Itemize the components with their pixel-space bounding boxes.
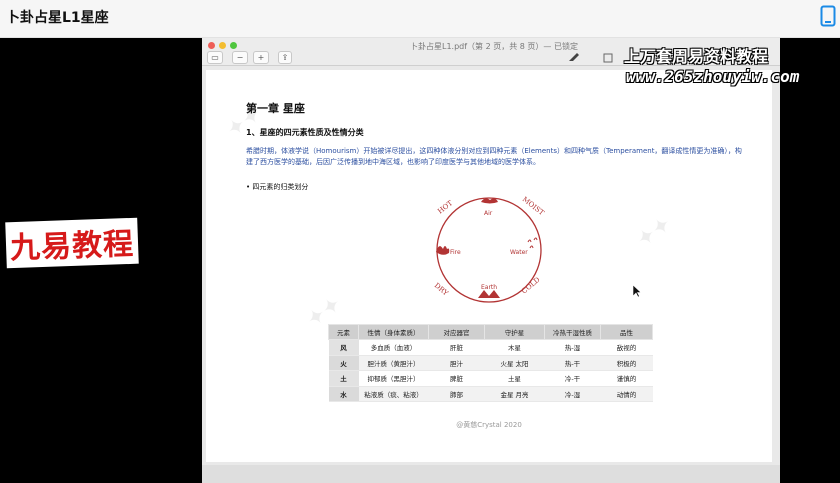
table-cell: 热-湿 — [544, 339, 601, 356]
mouse-cursor-icon — [633, 285, 642, 298]
droplet-icon — [527, 237, 538, 249]
table-cell: 土 — [328, 370, 359, 387]
table-header: 守护星 — [484, 324, 545, 340]
table-cell: 脾脏 — [428, 370, 485, 387]
website-overlay-text: www.265zhouyiw.com — [626, 67, 800, 86]
pdf-viewer-window: ▭ − + ⇪ 卜卦占星L1.pdf（第 2 页，共 8 页）— 已锁定 ✦✦ … — [202, 38, 780, 483]
table-header: 对应器官 — [428, 324, 485, 340]
table-header: 元素 — [328, 324, 359, 340]
table-cell: 土星 — [484, 370, 545, 387]
table-row: 风 多血质（血液） 肝脏 木星 热-湿 敌视的 — [328, 339, 653, 356]
table-cell: 火星 太阳 — [484, 355, 545, 371]
table-header-row: 元素 性情（身体素质） 对应器官 守护星 冷热干湿性质 品性 — [328, 324, 653, 340]
table-cell: 肝脏 — [428, 339, 485, 356]
fire-label: Fire — [450, 249, 461, 256]
cloud-icon — [481, 198, 498, 204]
cold-label: COLD — [520, 275, 542, 295]
watermark-graphic: ✦✦ — [632, 211, 677, 254]
table-cell: 风 — [328, 339, 359, 356]
table-cell: 金星 月亮 — [484, 386, 545, 402]
water-label: Water — [510, 249, 528, 256]
table-cell: 粘液质（痰、粘液） — [358, 386, 429, 402]
table-header: 品性 — [600, 324, 653, 340]
air-label: Air — [484, 210, 493, 217]
course-header: 卜卦占星L1星座 — [0, 0, 840, 38]
close-window-button[interactable] — [208, 42, 215, 49]
table-cell: 冷-湿 — [544, 386, 601, 402]
copyright-footer: @黄慈Crystal 2020 — [456, 421, 522, 429]
section-heading: 1、星座的四元素性质及性情分类 — [246, 128, 364, 137]
zoom-out-button[interactable]: − — [232, 51, 248, 64]
table-cell: 胆汁 — [428, 355, 485, 371]
table-row: 土 抑郁质（黑胆汁） 脾脏 土星 冷-干 谨慎的 — [328, 370, 653, 387]
table-row: 水 粘液质（痰、粘液） 肺部 金星 月亮 冷-湿 动情的 — [328, 386, 653, 402]
elements-wheel-diagram: HOT MOIST DRY COLD Air Fire Water Earth — [433, 195, 546, 303]
share-button[interactable]: ⇪ — [278, 51, 292, 64]
table-cell: 多血质（血液） — [358, 339, 429, 356]
pdf-page: ✦✦ ✦✦ ✦✦ 第一章 星座 1、星座的四元素性质及性情分类 希腊时期，体液学… — [206, 70, 772, 462]
mountain-icon — [478, 290, 500, 298]
moist-label: MOIST — [521, 195, 546, 217]
elements-table: 元素 性情（身体素质） 对应器官 守护星 冷热干湿性质 品性 风 多血质（血液）… — [328, 324, 653, 402]
pen-markup-icon[interactable] — [568, 52, 580, 62]
tablet-icon[interactable] — [820, 5, 836, 27]
dry-label: DRY — [433, 281, 450, 297]
table-header: 性情（身体素质） — [358, 324, 429, 340]
earth-label: Earth — [481, 284, 497, 291]
course-title: 卜卦占星L1星座 — [6, 10, 109, 26]
table-cell: 动情的 — [600, 386, 653, 402]
bullet-heading: • 四元素的归类划分 — [246, 183, 309, 191]
table-cell: 水 — [328, 386, 359, 402]
rotate-icon[interactable] — [602, 51, 614, 63]
horizontal-scrollbar[interactable] — [202, 465, 780, 483]
table-cell: 热-干 — [544, 355, 601, 371]
maximize-window-button[interactable] — [230, 42, 237, 49]
table-cell: 抑郁质（黑胆汁） — [358, 370, 429, 387]
table-cell: 冷-干 — [544, 370, 601, 387]
brand-overlay-text: 上万套周易资料教程 — [624, 47, 769, 66]
table-header: 冷热干湿性质 — [544, 324, 601, 340]
channel-logo: 九易教程 — [5, 217, 139, 269]
table-cell: 肺部 — [428, 386, 485, 402]
zoom-in-button[interactable]: + — [253, 51, 269, 64]
chapter-heading: 第一章 星座 — [246, 102, 305, 115]
table-row: 火 胆汁质（黄胆汁） 胆汁 火星 太阳 热-干 积极的 — [328, 355, 653, 371]
table-cell: 木星 — [484, 339, 545, 356]
table-cell: 火 — [328, 355, 359, 371]
flame-icon — [436, 246, 450, 255]
minimize-window-button[interactable] — [219, 42, 226, 49]
table-cell: 敌视的 — [600, 339, 653, 356]
table-cell: 积极的 — [600, 355, 653, 371]
document-title: 卜卦占星L1.pdf（第 2 页，共 8 页）— 已锁定 — [410, 42, 578, 51]
table-cell: 胆汁质（黄胆汁） — [358, 355, 429, 371]
intro-paragraph: 希腊时期，体液学说（Homourism）开始被详尽提出，这四种体液分别对应到四种… — [246, 147, 742, 166]
sidebar-toggle-button[interactable]: ▭ — [207, 51, 223, 64]
table-cell: 谨慎的 — [600, 370, 653, 387]
